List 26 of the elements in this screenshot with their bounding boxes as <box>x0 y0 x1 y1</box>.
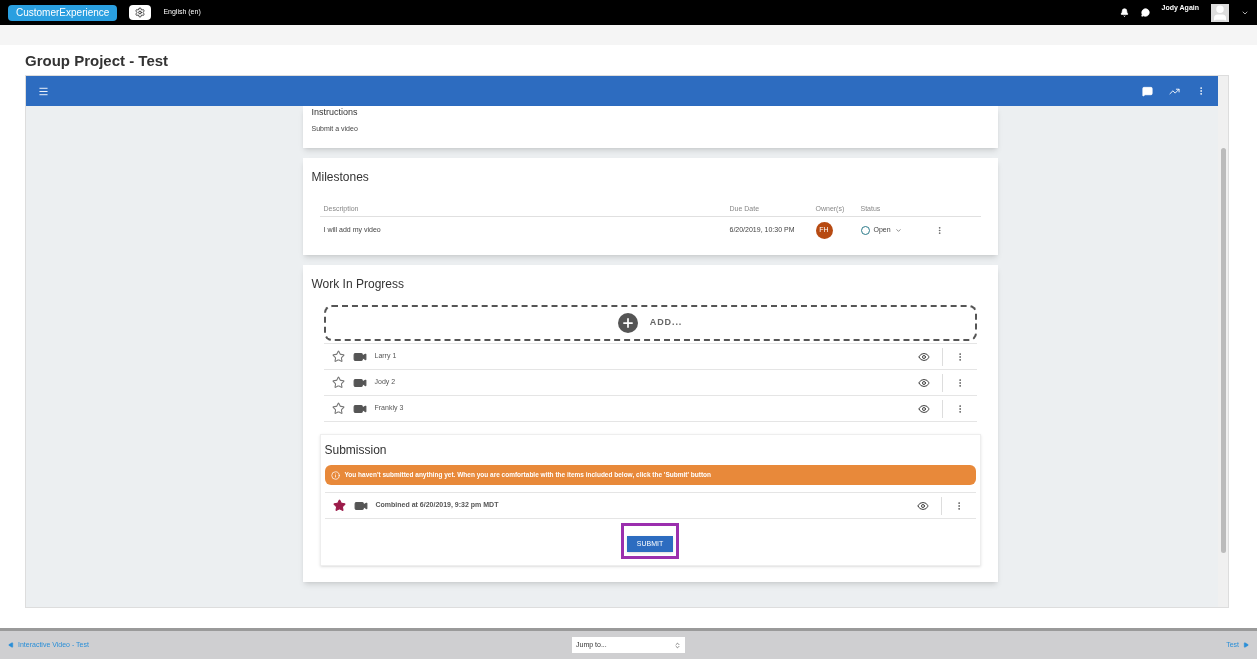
eye-icon[interactable] <box>917 376 930 389</box>
card-title: Milestones <box>311 169 370 186</box>
menu-icon[interactable] <box>38 85 49 97</box>
bell-icon[interactable] <box>1119 8 1129 17</box>
card-title: Work In Progress <box>311 276 405 293</box>
eye-icon[interactable] <box>917 402 930 415</box>
right-arrow-icon[interactable] <box>1243 642 1249 648</box>
left-arrow-icon[interactable] <box>8 642 14 648</box>
info-icon <box>330 470 340 480</box>
eye-icon[interactable] <box>917 350 930 363</box>
settings-icon[interactable] <box>129 5 152 20</box>
scrollbar-thumb[interactable] <box>1220 148 1226 553</box>
avatar-icon[interactable] <box>1211 3 1229 22</box>
star-icon[interactable] <box>332 499 346 512</box>
page-title: Group Project - Test <box>25 50 170 71</box>
star-icon[interactable] <box>331 376 345 389</box>
star-icon[interactable] <box>331 350 345 363</box>
card-title: Submission <box>323 442 388 459</box>
plus-icon <box>617 313 638 333</box>
add-button[interactable]: ADD... <box>323 305 977 341</box>
card-title: Instructions <box>311 106 359 119</box>
up-down-icon <box>674 641 681 649</box>
comment-icon[interactable] <box>1142 85 1153 97</box>
star-icon[interactable] <box>331 402 345 415</box>
eye-icon[interactable] <box>916 499 929 512</box>
chat-icon[interactable] <box>1140 8 1150 17</box>
